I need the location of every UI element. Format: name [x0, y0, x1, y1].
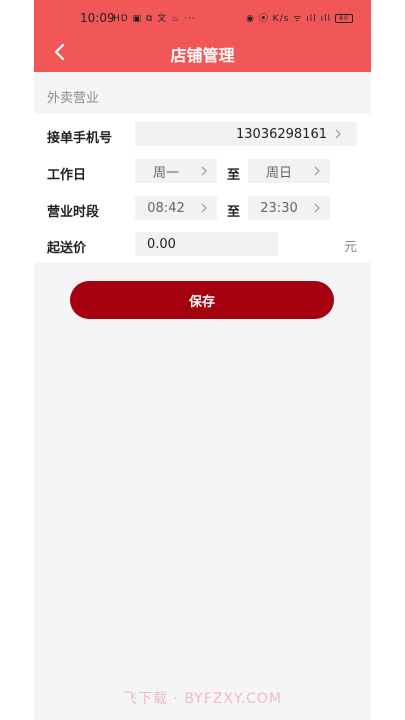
workday-label: 工作日: [47, 168, 87, 183]
min-price-field[interactable]: [135, 232, 278, 256]
hours-to-select[interactable]: 23:30: [248, 196, 330, 220]
watermark: 飞下载 · BYFZXY.COM: [122, 691, 282, 707]
store-settings-form: 接单手机号 13036298161 工作日 周一 至 周日 营业时段 08:42…: [34, 114, 371, 262]
workday-from-value: 周一: [152, 165, 179, 181]
phone-value: 13036298161: [236, 126, 327, 142]
save-button[interactable]: 保存: [70, 281, 334, 319]
workday-to-value: 周日: [265, 165, 292, 181]
status-bar: 10:09 HD ▣ ⧉ 文 ♨ ··· ◉ ⦿ K/s ᯤ ıll ıll 8…: [34, 0, 371, 36]
hours-label: 营业时段: [47, 205, 100, 220]
phone-field[interactable]: 13036298161: [135, 122, 357, 146]
chevron-right-icon: [314, 166, 320, 176]
chevron-right-icon: [201, 203, 207, 213]
min-price-label: 起送价: [47, 241, 87, 256]
chevron-right-icon: [335, 129, 341, 139]
status-time: 10:09: [80, 11, 115, 25]
min-price-unit: 元: [344, 240, 358, 255]
app-screen: 10:09 HD ▣ ⧉ 文 ♨ ··· ◉ ⦿ K/s ᯤ ıll ıll 8…: [34, 0, 371, 720]
chevron-right-icon: [314, 203, 320, 213]
page-title: 店铺管理: [170, 46, 235, 65]
signal-icons: ◉ ⦿ K/s ᯤ ıll ıll: [246, 14, 332, 24]
hours-to-value: 23:30: [260, 200, 298, 216]
workday-to-select[interactable]: 周日: [248, 159, 330, 183]
workday-from-select[interactable]: 周一: [135, 159, 217, 183]
battery-icon: 80: [335, 14, 353, 23]
workday-to-label: 至: [227, 168, 241, 183]
hours-from-value: 08:42: [147, 200, 185, 216]
chevron-right-icon: [201, 166, 207, 176]
hours-from-select[interactable]: 08:42: [135, 196, 217, 220]
phone-label: 接单手机号: [47, 131, 113, 146]
notification-icons: HD ▣ ⧉ 文 ♨ ···: [113, 14, 196, 24]
section-label: 外卖营业: [47, 91, 100, 106]
header-bar: 10:09 HD ▣ ⧉ 文 ♨ ··· ◉ ⦿ K/s ᯤ ıll ıll 8…: [34, 0, 371, 72]
hours-to-label: 至: [227, 205, 241, 220]
system-icons: ◉ ⦿ K/s ᯤ ıll ıll 80: [246, 11, 353, 24]
min-price-input[interactable]: [147, 236, 278, 252]
